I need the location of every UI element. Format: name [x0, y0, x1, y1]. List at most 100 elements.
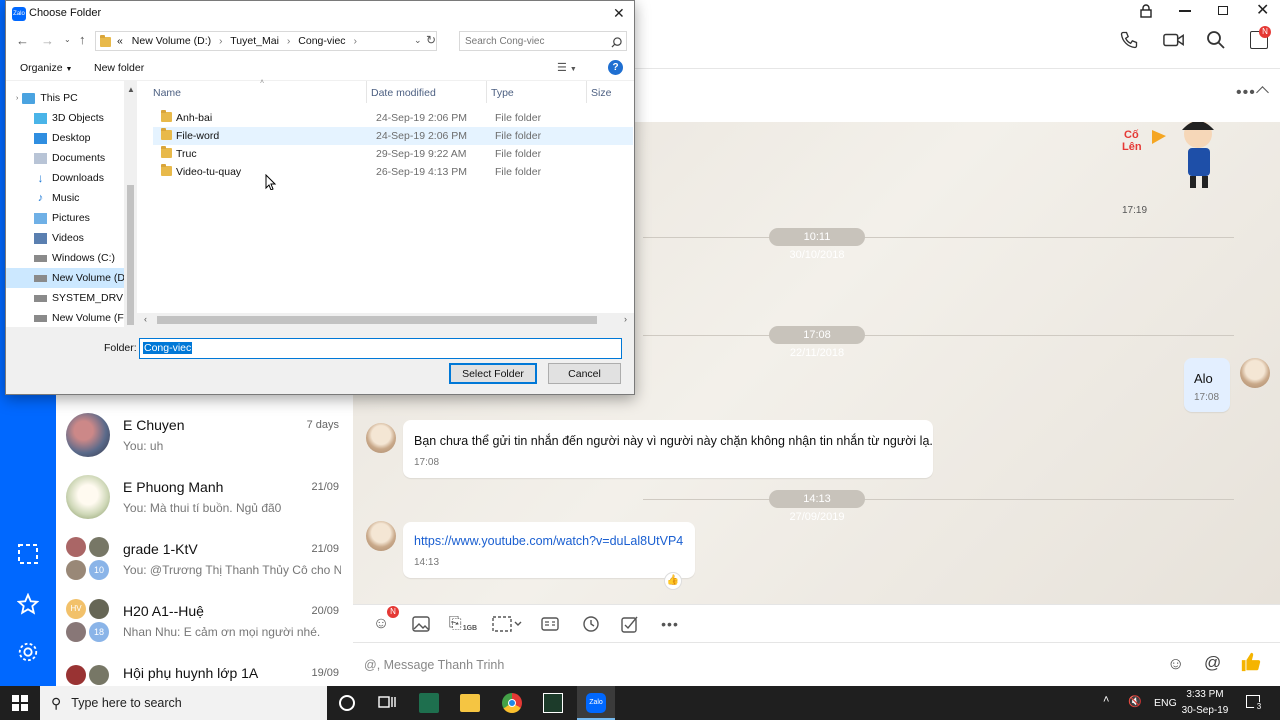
address-dropdown-icon[interactable]: ⌄	[414, 35, 422, 46]
contact-card-icon[interactable]	[539, 613, 561, 635]
horizontal-scrollbar[interactable]: ‹ ›	[137, 313, 634, 327]
nav-label: Music	[52, 192, 80, 204]
select-folder-button[interactable]: Select Folder	[449, 363, 537, 384]
screenshot-capture-icon[interactable]	[490, 613, 524, 635]
file-list: ˄ Name Date modified Type Size Anh-bai 2…	[137, 79, 634, 327]
refresh-icon[interactable]: ↻	[426, 33, 436, 47]
message-time: 17:19	[1122, 205, 1148, 216]
column-header-size[interactable]: Size	[591, 87, 611, 99]
map-app-icon[interactable]	[419, 693, 439, 713]
organize-menu[interactable]: Organize ▼	[20, 62, 72, 74]
star-icon[interactable]	[14, 590, 42, 618]
column-header-name[interactable]: Name	[153, 87, 181, 99]
more-tools-icon[interactable]: •••	[657, 613, 683, 635]
cancel-button[interactable]: Cancel	[548, 363, 621, 384]
phone-call-icon[interactable]	[1119, 30, 1139, 50]
search-icon[interactable]	[611, 35, 623, 48]
file-row[interactable]: Anh-bai 24-Sep-19 2:06 PM File folder	[153, 109, 633, 127]
column-header-date[interactable]: Date modified	[371, 87, 436, 99]
nav-label: New Volume (F:)	[52, 312, 124, 324]
screenshot-icon[interactable]	[14, 540, 42, 568]
youtube-link[interactable]: https://www.youtube.com/watch?v=duLal8Ut…	[414, 534, 683, 548]
mention-icon[interactable]: @	[1204, 653, 1221, 673]
image-icon[interactable]	[410, 613, 432, 635]
tray-expand-icon[interactable]: ˄	[1103, 694, 1109, 706]
taskbar-search[interactable]: ⚲ Type here to search	[40, 686, 327, 720]
windows-start-icon[interactable]	[12, 695, 28, 711]
conversation-item[interactable]: 10 grade 1-KtV You: @Trương Thị Thanh Th…	[56, 529, 353, 591]
scroll-left-icon[interactable]: ‹	[144, 314, 147, 324]
avatar	[66, 475, 110, 519]
link-message-bubble[interactable]: https://www.youtube.com/watch?v=duLal8Ut…	[403, 522, 695, 578]
reminder-clock-icon[interactable]	[580, 613, 602, 635]
folder-label: Folder:	[104, 342, 137, 354]
system-message-bubble[interactable]: Bạn chưa thể gửi tin nhắn đến người này …	[403, 420, 933, 478]
folder-name-input[interactable]: Cong-viec	[139, 338, 622, 359]
chevron-up-icon[interactable]	[1256, 86, 1269, 99]
help-icon[interactable]: ?	[608, 60, 623, 75]
more-options-icon[interactable]: •••	[1236, 84, 1256, 102]
zalo-taskbar-item[interactable]: Zalo	[577, 686, 615, 720]
recent-dropdown-icon[interactable]: ⌄	[64, 35, 71, 44]
nav-scrollbar[interactable]: ▲	[124, 81, 137, 327]
address-bar[interactable]: « New Volume (D:) › Tuyet_Mai › Cong-vie…	[95, 31, 437, 51]
file-date: 24-Sep-19 2:06 PM	[376, 130, 468, 142]
chrome-icon[interactable]	[502, 693, 522, 713]
search-icon[interactable]	[1206, 30, 1226, 50]
scroll-up-icon[interactable]: ▲	[127, 85, 135, 94]
column-header-type[interactable]: Type	[491, 87, 514, 99]
contact-avatar	[366, 521, 396, 551]
scroll-thumb[interactable]	[127, 185, 134, 325]
nav-item-system-drv-e[interactable]: SYSTEM_DRV (E:)	[34, 288, 124, 308]
up-arrow-icon[interactable]: ↑	[79, 32, 86, 47]
task-check-icon[interactable]	[619, 613, 641, 635]
lock-icon[interactable]	[1139, 4, 1155, 20]
camtasia-icon[interactable]	[543, 693, 563, 713]
breadcrumb-item[interactable]: New Volume (D:)	[132, 35, 211, 47]
conversation-item[interactable]: E Chuyen You: uh 7 days	[56, 405, 353, 467]
file-row[interactable]: Video-tu-quay 26-Sep-19 4:13 PM File fol…	[153, 163, 633, 181]
maximize-icon[interactable]	[1218, 6, 1228, 15]
file-type: File folder	[495, 148, 542, 160]
input-language[interactable]: ENG	[1154, 697, 1177, 709]
breadcrumb-item[interactable]: Cong-viec	[298, 35, 345, 47]
file-type: File folder	[495, 166, 542, 178]
video-call-icon[interactable]	[1163, 31, 1185, 49]
minimize-icon[interactable]	[1179, 10, 1191, 12]
taskbar-time[interactable]: 3:33 PM	[1180, 689, 1230, 700]
scroll-right-icon[interactable]: ›	[624, 314, 627, 324]
file-row[interactable]: Truc 29-Sep-19 9:22 AM File folder	[153, 145, 633, 163]
back-arrow-icon[interactable]: ←	[16, 33, 29, 48]
settings-gear-icon[interactable]	[14, 638, 42, 666]
view-options-icon[interactable]: ☰ ▼	[557, 61, 577, 74]
volume-muted-icon[interactable]: 🔇	[1128, 695, 1142, 708]
attach-file-icon[interactable]: ⎘ 1GB	[448, 613, 478, 635]
member-count-badge: 18	[89, 622, 109, 642]
scroll-thumb[interactable]	[157, 316, 597, 324]
cortana-icon[interactable]	[339, 695, 355, 711]
dialog-close-icon[interactable]: ✕	[613, 5, 625, 22]
message-input[interactable]: @, Message Thanh Trinh	[364, 658, 504, 672]
file-row[interactable]: File-word 24-Sep-19 2:06 PM File folder	[153, 127, 633, 145]
file-explorer-icon[interactable]	[460, 694, 480, 712]
taskbar-date[interactable]: 30-Sep-19	[1180, 705, 1230, 716]
nav-item-new-volume-d[interactable]: New Volume (D:)	[6, 268, 124, 288]
task-view-icon[interactable]	[378, 694, 396, 710]
emoji-icon[interactable]: ☺	[1167, 654, 1184, 674]
thumbs-up-icon[interactable]	[1240, 651, 1262, 673]
close-app-icon[interactable]: ✕	[1256, 3, 1269, 19]
conversation-item[interactable]: E Phuong Manh You: Mà thui tí buồn. Ngủ …	[56, 467, 353, 529]
conversation-item[interactable]: HV 18 H20 A1--Huệ Nhan Nhu: E cảm ơn mọi…	[56, 591, 353, 653]
group-avatar: HV 18	[66, 599, 110, 643]
forward-arrow-icon[interactable]: →	[41, 33, 54, 48]
search-box[interactable]: Search Cong-viec	[459, 31, 627, 51]
breadcrumb-item[interactable]: Tuyet_Mai	[230, 35, 279, 47]
file-limit-label: 1GB	[462, 624, 478, 632]
my-message-bubble[interactable]: Alo 17:08	[1184, 358, 1230, 412]
group-avatar: 10	[66, 537, 110, 581]
like-reaction-icon[interactable]: 👍	[664, 572, 682, 590]
nav-item-this-pc[interactable]: › This PC	[16, 88, 134, 108]
new-folder-button[interactable]: New folder	[94, 62, 144, 74]
breadcrumb-overflow[interactable]: «	[117, 35, 123, 47]
nav-item-new-volume-f[interactable]: New Volume (F:)	[34, 308, 124, 328]
